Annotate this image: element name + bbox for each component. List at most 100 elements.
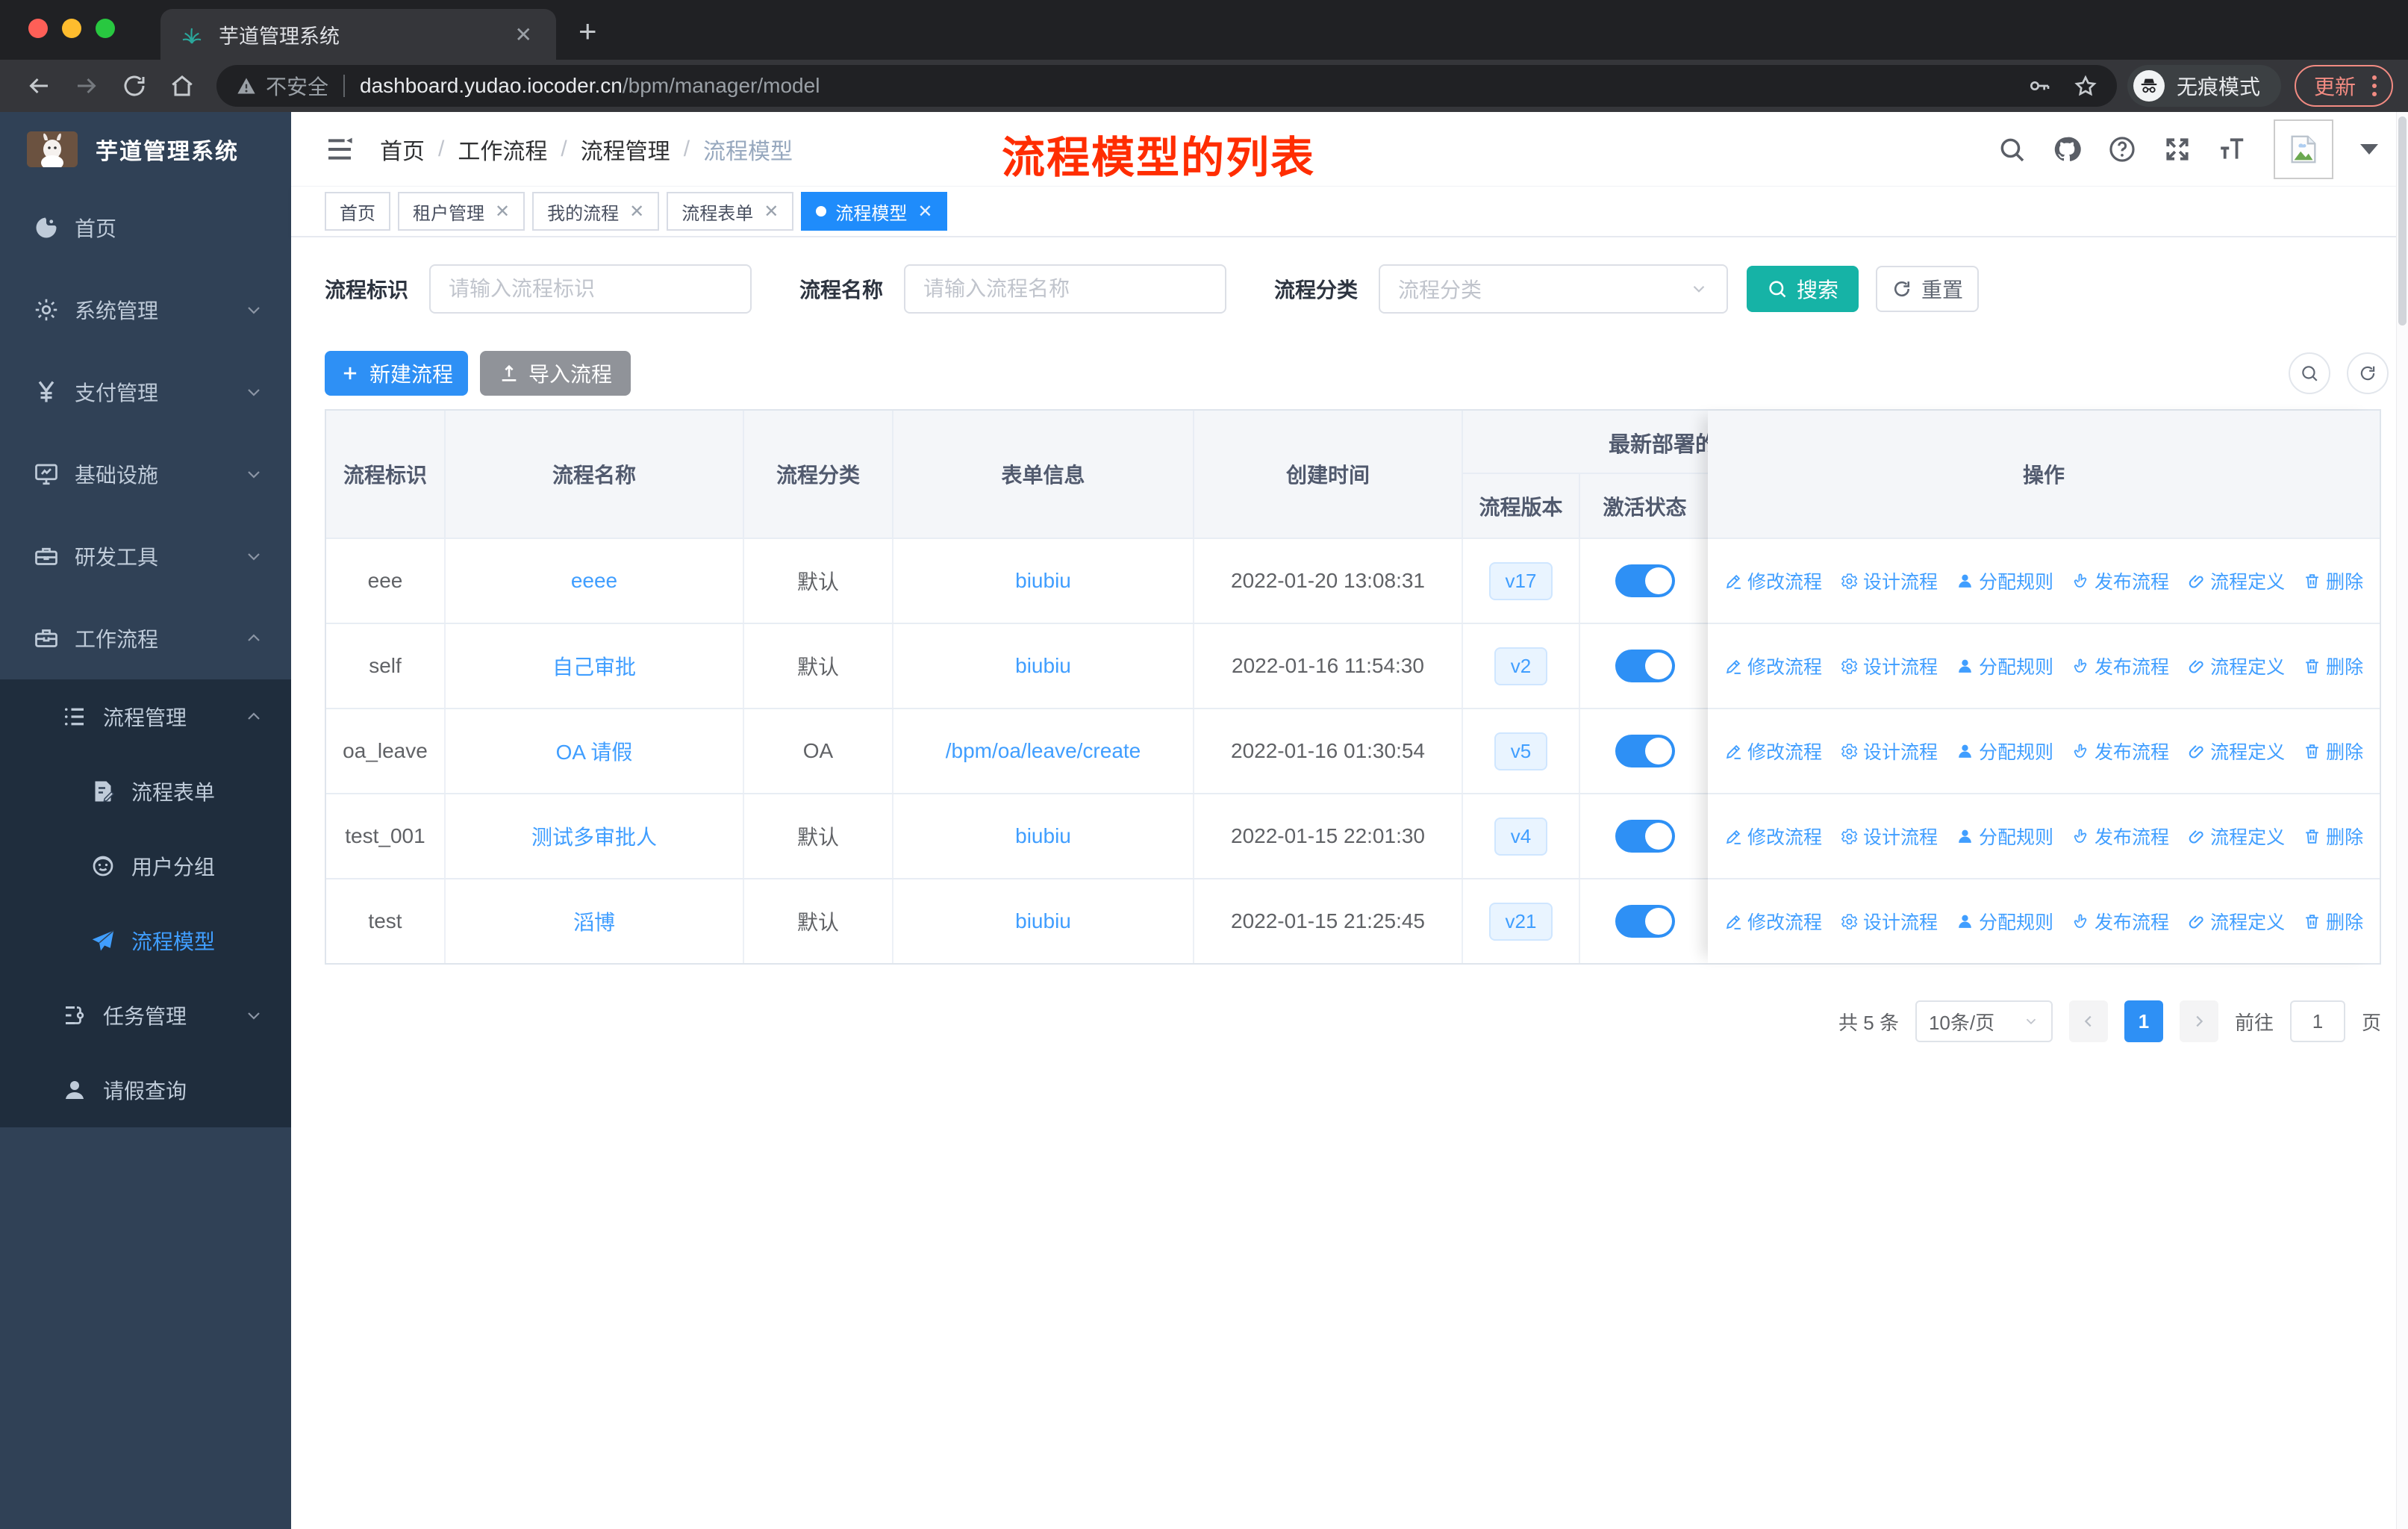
design-action-link[interactable]: 设计流程 [1840, 653, 1938, 679]
breadcrumb-home[interactable]: 首页 [380, 133, 425, 166]
close-tag-icon[interactable]: ✕ [495, 201, 510, 222]
tag-home[interactable]: 首页 [325, 192, 390, 231]
process-name-link[interactable]: 测试多审批人 [531, 821, 657, 851]
sidebar-item-system[interactable]: 系统管理 [0, 269, 291, 351]
avatar[interactable] [2274, 119, 2333, 179]
close-window-button[interactable] [28, 19, 48, 38]
assign-action-link[interactable]: 分配规则 [1956, 653, 2053, 679]
update-button[interactable]: 更新 [2294, 65, 2393, 107]
current-page-button[interactable]: 1 [2124, 1000, 2163, 1042]
assign-action-link[interactable]: 分配规则 [1956, 738, 2053, 764]
next-page-button[interactable] [2179, 1000, 2218, 1042]
definition-action-link[interactable]: 流程定义 [2187, 738, 2285, 764]
create-process-button[interactable]: 新建流程 [325, 351, 468, 396]
publish-action-link[interactable]: 发布流程 [2071, 653, 2169, 679]
form-info-link[interactable]: biubiu [1015, 654, 1071, 678]
tag-process-form[interactable]: 流程表单 ✕ [667, 192, 794, 231]
goto-page-input[interactable] [2289, 1000, 2345, 1042]
fullscreen-icon[interactable] [2163, 135, 2192, 164]
password-key-icon[interactable] [2027, 74, 2051, 98]
publish-action-link[interactable]: 发布流程 [2071, 823, 2169, 850]
reset-button[interactable]: 重置 [1876, 266, 1980, 312]
sidebar-item-process-model[interactable]: 流程模型 [0, 903, 291, 978]
modify-action-link[interactable]: 修改流程 [1724, 567, 1822, 594]
active-state-toggle[interactable] [1615, 735, 1675, 767]
help-icon[interactable] [2108, 135, 2136, 164]
sidebar-item-devtools[interactable]: 研发工具 [0, 515, 291, 597]
design-action-link[interactable]: 设计流程 [1840, 738, 1938, 764]
github-icon[interactable] [2053, 135, 2081, 164]
sidebar-item-user-group[interactable]: 用户分组 [0, 829, 291, 903]
bookmark-star-icon[interactable] [2074, 74, 2097, 98]
search-icon[interactable] [1997, 135, 2026, 164]
home-icon[interactable] [169, 72, 196, 99]
delete-action-link[interactable]: 删除 [2303, 823, 2363, 850]
modify-action-link[interactable]: 修改流程 [1724, 738, 1822, 764]
sidebar-item-infra[interactable]: 基础设施 [0, 433, 291, 515]
publish-action-link[interactable]: 发布流程 [2071, 567, 2169, 594]
sidebar-item-process-form[interactable]: 流程表单 [0, 754, 291, 829]
form-info-link[interactable]: biubiu [1015, 909, 1071, 933]
new-tab-button[interactable]: + [578, 13, 597, 49]
font-size-icon[interactable] [2218, 135, 2247, 164]
delete-action-link[interactable]: 删除 [2303, 653, 2363, 679]
design-action-link[interactable]: 设计流程 [1840, 908, 1938, 935]
browser-menu-icon[interactable] [2372, 75, 2377, 96]
process-name-link[interactable]: eeee [571, 569, 617, 593]
sidebar-item-home[interactable]: 首页 [0, 187, 291, 269]
close-tag-icon[interactable]: ✕ [764, 201, 779, 222]
page-size-select[interactable]: 10条/页 [1915, 1000, 2053, 1042]
active-state-toggle[interactable] [1615, 650, 1675, 682]
process-name-link[interactable]: 滔博 [573, 906, 615, 936]
chevron-down-icon[interactable] [2360, 144, 2378, 155]
close-tab-icon[interactable]: ✕ [511, 22, 537, 47]
search-button[interactable]: 搜索 [1747, 266, 1859, 312]
filter-name-input[interactable] [904, 264, 1227, 314]
design-action-link[interactable]: 设计流程 [1840, 823, 1938, 850]
publish-action-link[interactable]: 发布流程 [2071, 908, 2169, 935]
modify-action-link[interactable]: 修改流程 [1724, 823, 1822, 850]
definition-action-link[interactable]: 流程定义 [2187, 567, 2285, 594]
sidebar-item-process-mgmt[interactable]: 流程管理 [0, 679, 291, 754]
breadcrumb-workflow[interactable]: 工作流程 [458, 133, 547, 166]
close-tag-icon[interactable]: ✕ [917, 201, 932, 222]
tag-tenant[interactable]: 租户管理 ✕ [398, 192, 525, 231]
definition-action-link[interactable]: 流程定义 [2187, 653, 2285, 679]
assign-action-link[interactable]: 分配规则 [1956, 567, 2053, 594]
assign-action-link[interactable]: 分配规则 [1956, 823, 2053, 850]
prev-page-button[interactable] [2068, 1000, 2108, 1042]
sidebar-item-task-mgmt[interactable]: 任务管理 [0, 978, 291, 1053]
modify-action-link[interactable]: 修改流程 [1724, 908, 1822, 935]
publish-action-link[interactable]: 发布流程 [2071, 738, 2169, 764]
process-name-link[interactable]: 自己审批 [552, 651, 636, 681]
definition-action-link[interactable]: 流程定义 [2187, 823, 2285, 850]
assign-action-link[interactable]: 分配规则 [1956, 908, 2053, 935]
sidebar-item-leave-query[interactable]: 请假查询 [0, 1053, 291, 1127]
tag-process-model[interactable]: 流程模型 ✕ [801, 192, 948, 231]
active-state-toggle[interactable] [1615, 905, 1675, 938]
back-icon[interactable] [25, 72, 52, 99]
sidebar-collapse-icon[interactable] [325, 134, 355, 164]
scrollbar-thumb[interactable] [2398, 116, 2407, 326]
minimize-window-button[interactable] [62, 19, 81, 38]
breadcrumb-process-mgmt[interactable]: 流程管理 [581, 133, 670, 166]
zoom-window-button[interactable] [96, 19, 115, 38]
process-name-link[interactable]: OA 请假 [556, 736, 633, 766]
import-process-button[interactable]: 导入流程 [480, 351, 631, 396]
browser-tab[interactable]: 芋道管理系统 ✕ [160, 9, 556, 60]
filter-category-select[interactable]: 流程分类 [1379, 264, 1729, 314]
show-search-button[interactable] [2289, 352, 2330, 394]
update-label[interactable]: 更新 [2314, 71, 2356, 101]
delete-action-link[interactable]: 删除 [2303, 908, 2363, 935]
forward-icon[interactable] [73, 72, 100, 99]
delete-action-link[interactable]: 删除 [2303, 567, 2363, 594]
form-info-link[interactable]: biubiu [1015, 569, 1071, 593]
close-tag-icon[interactable]: ✕ [629, 201, 644, 222]
definition-action-link[interactable]: 流程定义 [2187, 908, 2285, 935]
page-scrollbar[interactable] [2396, 112, 2408, 1529]
form-info-link[interactable]: biubiu [1015, 824, 1071, 848]
active-state-toggle[interactable] [1615, 564, 1675, 597]
tag-my-process[interactable]: 我的流程 ✕ [532, 192, 660, 231]
filter-key-input[interactable] [429, 264, 752, 314]
reload-icon[interactable] [121, 72, 148, 99]
